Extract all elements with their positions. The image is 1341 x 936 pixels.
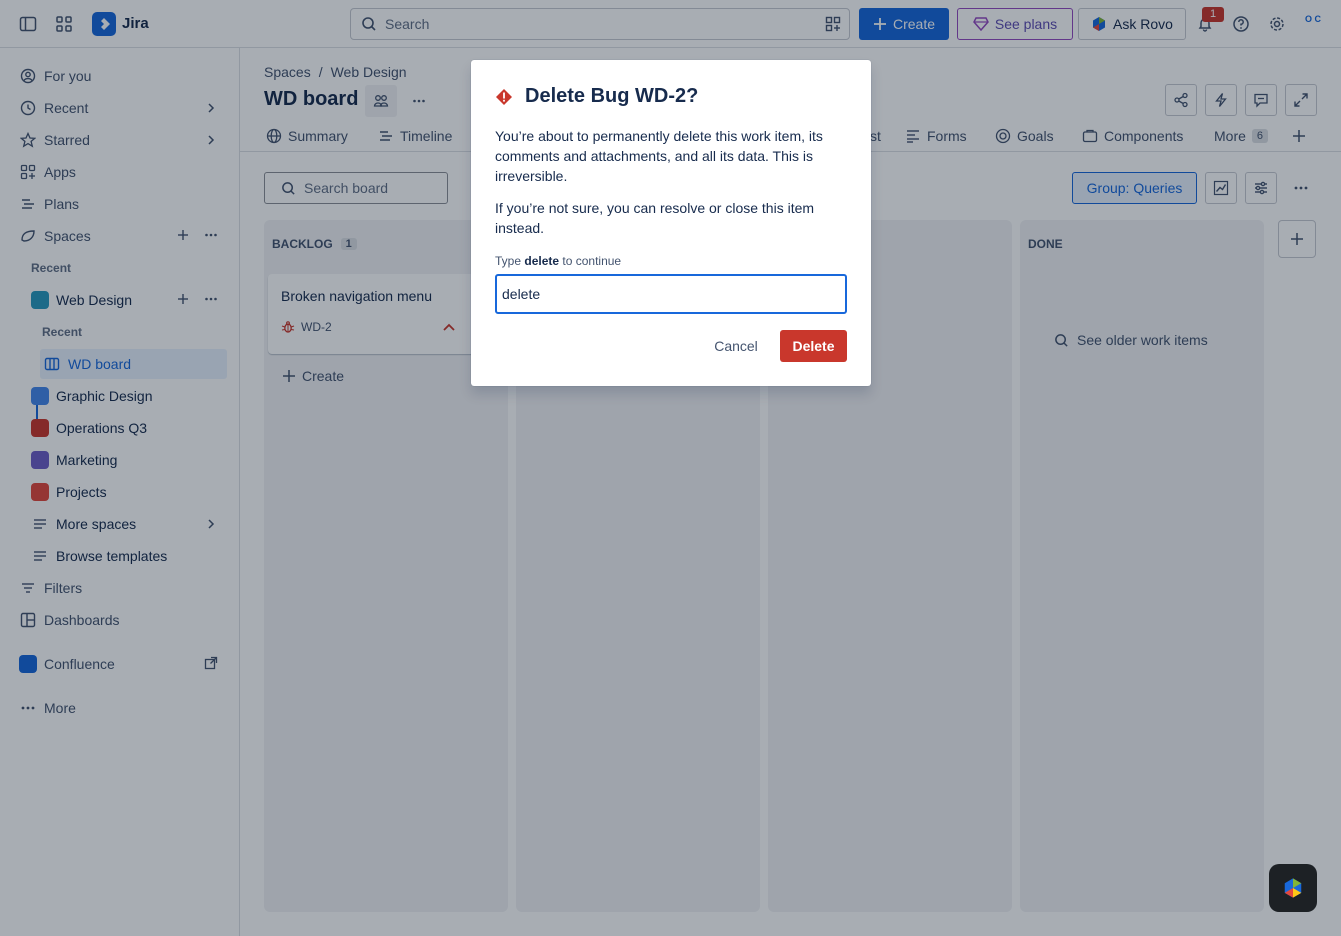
dialog-warning-text: You’re about to permanently delete this … (495, 128, 823, 184)
confirm-delete-input[interactable] (495, 274, 847, 314)
label-keyword: delete (524, 254, 560, 268)
dialog-alternative-text: If you’re not sure, you can resolve or c… (495, 200, 815, 236)
cancel-button[interactable]: Cancel (703, 330, 769, 362)
label-suffix: to continue (562, 254, 622, 268)
delete-button[interactable]: Delete (780, 330, 847, 362)
dialog-title-text: Delete Bug WD-2? (525, 85, 699, 107)
dialog-title: Delete Bug WD-2? (495, 85, 698, 108)
rovo-icon (1282, 877, 1304, 899)
warning-icon (495, 88, 513, 106)
confirm-field-label: Type delete to continue (495, 254, 621, 268)
rovo-chat-button[interactable] (1269, 864, 1317, 912)
label-prefix: Type (495, 254, 522, 268)
delete-work-item-dialog: Delete Bug WD-2? You’re about to permane… (471, 60, 871, 386)
